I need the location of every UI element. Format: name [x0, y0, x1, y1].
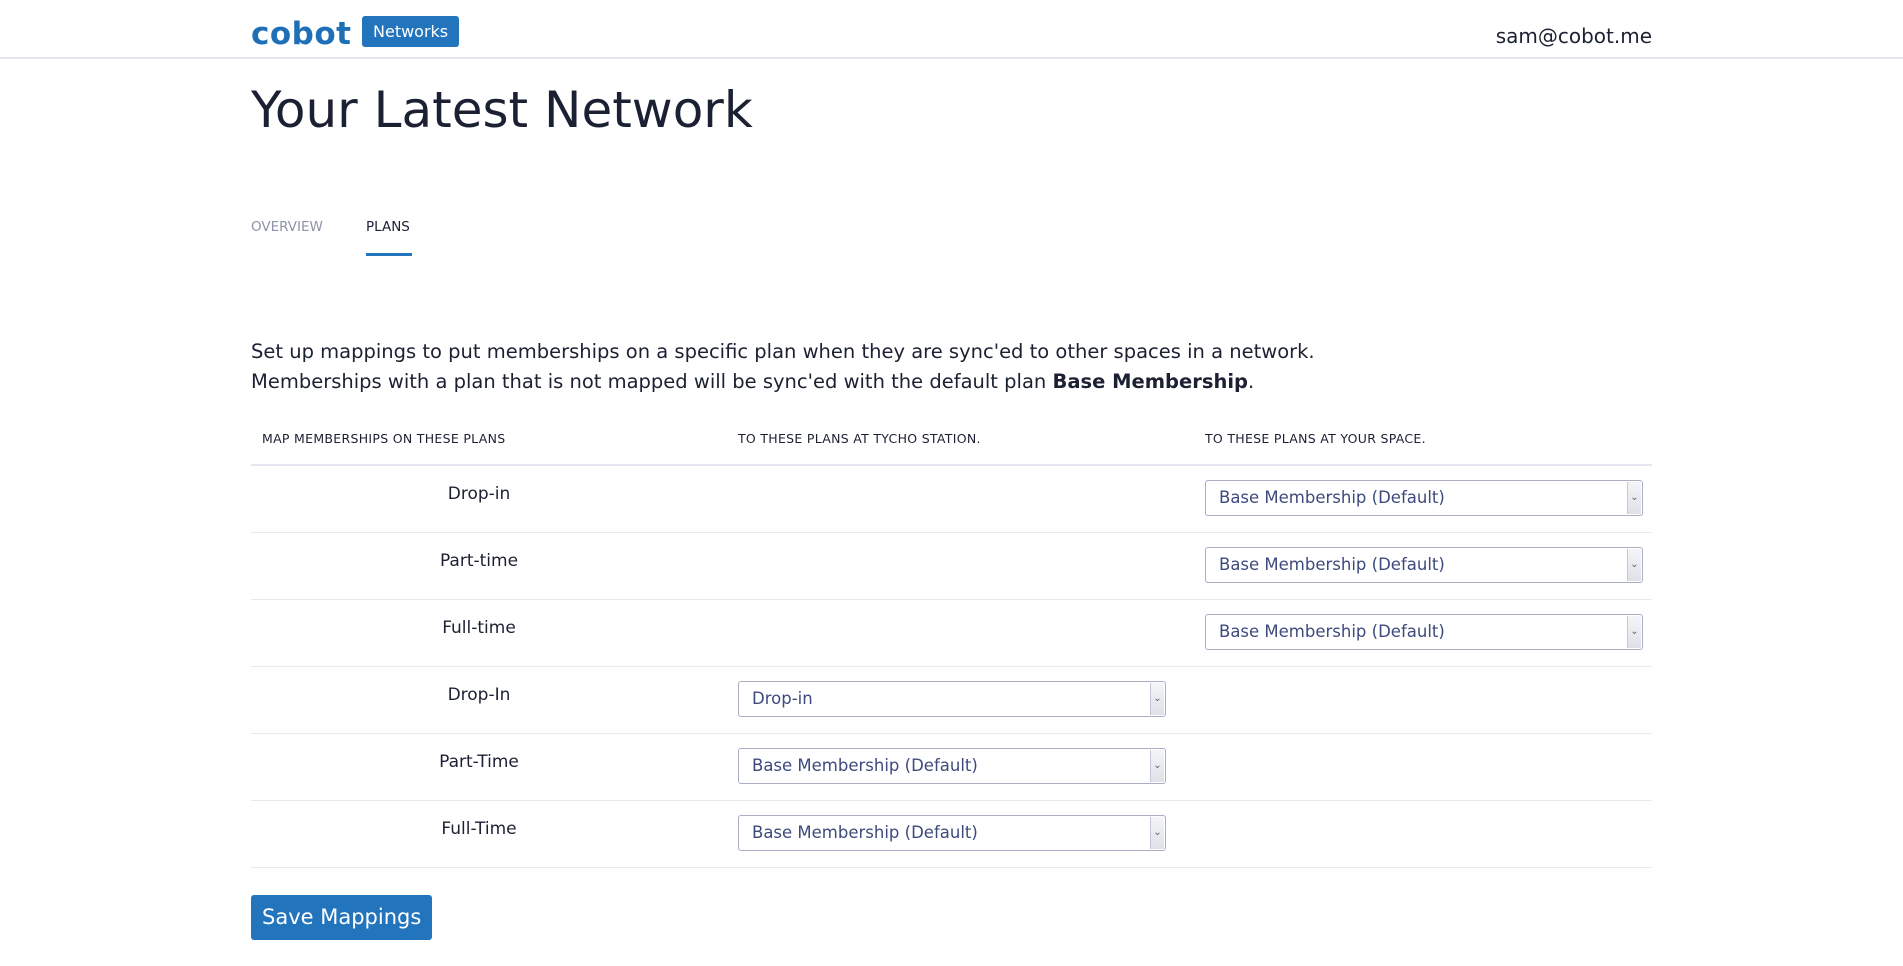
tycho-plan-select[interactable]: Base Membership (Default) ⌄	[738, 815, 1166, 851]
user-email-link[interactable]: sam@cobot.me	[1496, 23, 1652, 49]
column-header-tycho-station: TO THESE PLANS AT TYCHO STATION.	[738, 431, 981, 446]
chevron-down-icon: ⌄	[1627, 549, 1641, 581]
select-value: Base Membership (Default)	[752, 756, 978, 775]
table-row: Drop-In Drop-in ⌄	[251, 667, 1652, 734]
networks-button[interactable]: Networks	[362, 16, 460, 47]
column-header-your-space: TO THESE PLANS AT YOUR SPACE.	[1205, 431, 1426, 446]
plans-description: Set up mappings to put memberships on a …	[251, 337, 1451, 397]
description-line-2: Memberships with a plan that is not mapp…	[251, 367, 1451, 397]
your-space-plan-select[interactable]: Base Membership (Default) ⌄	[1205, 614, 1643, 650]
chevron-down-icon: ⌄	[1627, 616, 1641, 648]
plan-name: Drop-In	[447, 685, 511, 705]
table-row: Full-time Base Membership (Default) ⌄	[251, 600, 1652, 667]
tycho-plan-select[interactable]: Drop-in ⌄	[738, 681, 1166, 717]
select-value: Base Membership (Default)	[752, 823, 978, 842]
tab-plans[interactable]: PLANS	[366, 216, 410, 238]
your-space-plan-select[interactable]: Base Membership (Default) ⌄	[1205, 547, 1643, 583]
description-line-2-prefix: Memberships with a plan that is not mapp…	[251, 370, 1053, 393]
chevron-down-icon: ⌄	[1150, 750, 1164, 782]
select-value: Base Membership (Default)	[1219, 622, 1445, 641]
plan-mapping-table: MAP MEMBERSHIPS ON THESE PLANS TO THESE …	[251, 425, 1652, 868]
plan-name: Full-Time	[441, 819, 517, 839]
chevron-down-icon: ⌄	[1150, 683, 1164, 715]
table-row: Drop-in Base Membership (Default) ⌄	[251, 466, 1652, 533]
tab-overview[interactable]: OVERVIEW	[251, 216, 323, 238]
cobot-logo[interactable]: cobot	[251, 17, 351, 51]
select-value: Base Membership (Default)	[1219, 488, 1445, 507]
table-header: MAP MEMBERSHIPS ON THESE PLANS TO THESE …	[251, 425, 1652, 466]
plan-name: Part-Time	[439, 752, 519, 772]
table-row: Part-Time Base Membership (Default) ⌄	[251, 734, 1652, 801]
top-navbar: cobot Networks sam@cobot.me	[0, 0, 1903, 59]
column-header-source-plans: MAP MEMBERSHIPS ON THESE PLANS	[262, 431, 506, 446]
description-line-1: Set up mappings to put memberships on a …	[251, 340, 1315, 363]
plan-name: Part-time	[439, 551, 519, 571]
plan-name: Drop-in	[447, 484, 511, 504]
chevron-down-icon: ⌄	[1627, 482, 1641, 514]
table-row: Full-Time Base Membership (Default) ⌄	[251, 801, 1652, 868]
select-value: Drop-in	[752, 689, 813, 708]
your-space-plan-select[interactable]: Base Membership (Default) ⌄	[1205, 480, 1643, 516]
active-tab-indicator	[366, 253, 412, 256]
description-line-2-suffix: .	[1247, 370, 1255, 393]
save-mappings-button[interactable]: Save Mappings	[251, 895, 433, 940]
table-body: Drop-in Base Membership (Default) ⌄ Part-ti…	[251, 466, 1652, 868]
plan-name: Full-time	[442, 618, 516, 638]
table-row: Part-time Base Membership (Default) ⌄	[251, 533, 1652, 600]
tycho-plan-select[interactable]: Base Membership (Default) ⌄	[738, 748, 1166, 784]
chevron-down-icon: ⌄	[1150, 817, 1164, 849]
default-plan-name: Base Membership	[1052, 370, 1248, 393]
select-value: Base Membership (Default)	[1219, 555, 1445, 574]
page-title: Your Latest Network	[251, 81, 753, 139]
